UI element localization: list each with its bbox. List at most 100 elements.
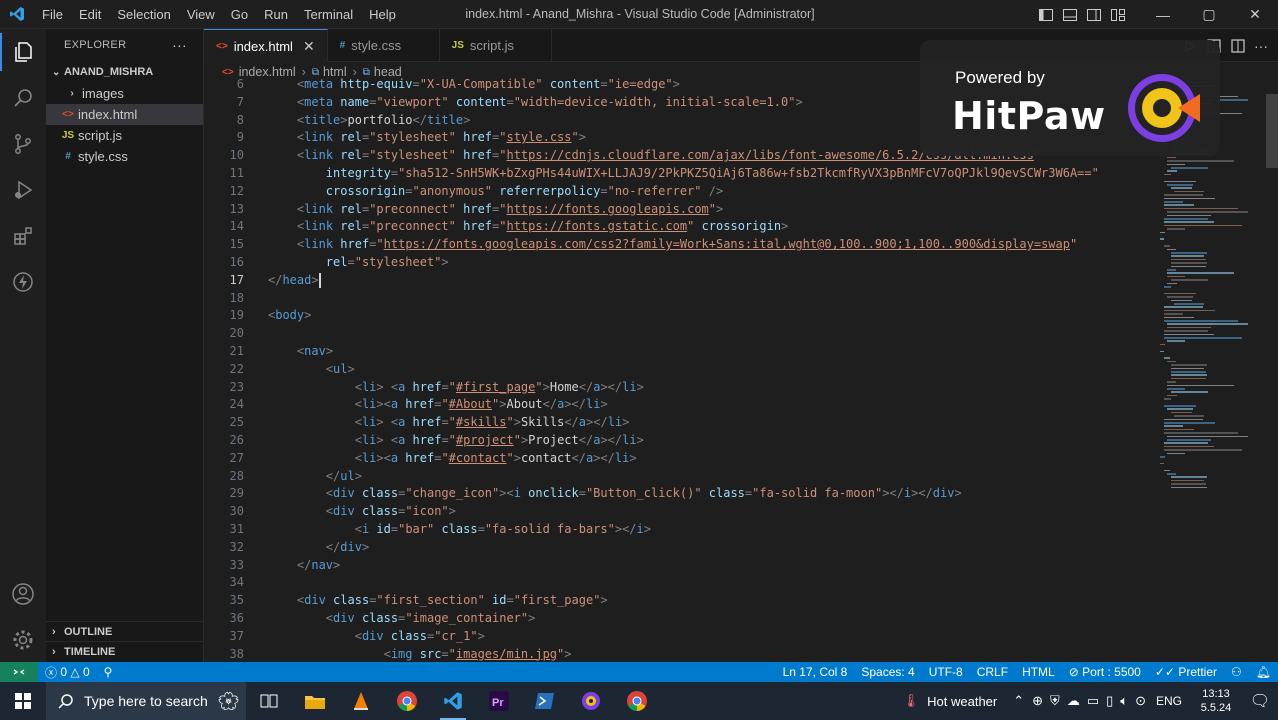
code-line[interactable]: 31 <i id="bar" class="fa-solid fa-bars">… [204, 521, 1264, 539]
language-mode[interactable]: HTML [1015, 662, 1062, 682]
run-debug-icon[interactable] [0, 167, 46, 213]
notifications-bell-icon[interactable]: 🔔︎ [1249, 662, 1278, 682]
explorer-more-actions-button[interactable]: ··· [172, 37, 187, 53]
hitpaw-taskbar-icon[interactable] [568, 682, 614, 720]
security-icon[interactable]: ⛨ [1050, 693, 1060, 709]
live-server-port[interactable]: ⊘ Port : 5500 [1062, 662, 1148, 682]
settings-gear-icon[interactable] [0, 617, 46, 663]
tab-close-icon[interactable]: ✕ [303, 38, 315, 55]
code-line[interactable]: 19 <body> [204, 307, 1264, 325]
file-explorer-icon[interactable] [292, 682, 338, 720]
file-tree-item[interactable]: # style.css [46, 146, 203, 167]
code-line[interactable]: 28 </ul> [204, 468, 1264, 486]
code-line[interactable]: 25 <li> <a href="#skills">Skills</a></li… [204, 414, 1264, 432]
feedback-icon[interactable]: ⚇ [1224, 662, 1249, 682]
ports-icon[interactable]: ⚲ [97, 662, 120, 682]
menu-selection[interactable]: Selection [109, 0, 178, 29]
file-tree-item[interactable]: <> index.html [46, 104, 203, 125]
code-line[interactable]: 36 <div class="image_container"> [204, 610, 1264, 628]
code-line[interactable]: 24 <li><a href="#About">About</a></li> [204, 396, 1264, 414]
toggle-sidebar-icon[interactable] [1034, 0, 1058, 29]
menu-help[interactable]: Help [361, 0, 404, 29]
toggle-secondary-sidebar-icon[interactable] [1082, 0, 1106, 29]
menu-run[interactable]: Run [256, 0, 296, 29]
device-icon[interactable]: ▭ [1087, 693, 1099, 709]
file-tree-item[interactable]: JS script.js [46, 125, 203, 146]
code-line[interactable]: 29 <div class="change_icon"><i onclick="… [204, 485, 1264, 503]
code-line[interactable]: 21 <nav> [204, 343, 1264, 361]
vscode-taskbar-icon[interactable] [430, 682, 476, 720]
code-line[interactable]: 17 </head> [204, 272, 1264, 290]
code-line[interactable]: 16 rel="stylesheet"> [204, 254, 1264, 272]
menu-view[interactable]: View [179, 0, 223, 29]
vscode-logo-icon[interactable] [0, 0, 34, 29]
thermometer-icon[interactable]: 🌡︎ [903, 693, 920, 709]
code-line[interactable]: 13 <link rel="preconnect" href="https://… [204, 201, 1264, 219]
live-server-icon[interactable] [0, 259, 46, 305]
end-of-line[interactable]: CRLF [970, 662, 1015, 682]
powershell-icon[interactable] [522, 682, 568, 720]
extensions-icon[interactable] [0, 213, 46, 259]
menu-go[interactable]: Go [223, 0, 256, 29]
menu-edit[interactable]: Edit [71, 0, 109, 29]
toggle-panel-icon[interactable] [1058, 0, 1082, 29]
task-view-icon[interactable] [246, 682, 292, 720]
language-indicator[interactable]: ENG [1156, 694, 1182, 708]
indentation[interactable]: Spaces: 4 [854, 662, 921, 682]
tab-index-html[interactable]: <> index.html ✕ [204, 29, 328, 62]
code-line[interactable]: 22 <ul> [204, 361, 1264, 379]
file-tree-item[interactable]: › images [46, 83, 203, 104]
windows-start-icon[interactable] [0, 682, 46, 720]
close-window-button[interactable]: ✕ [1232, 0, 1278, 29]
code-line[interactable]: 20 [204, 325, 1264, 343]
notification-center-icon[interactable]: 🗨︎ [1242, 691, 1278, 711]
prettier-status[interactable]: ✓✓ Prettier [1148, 662, 1224, 682]
code-line[interactable]: 37 <div class="cr_1"> [204, 628, 1264, 646]
code-line[interactable]: 11 integrity="sha512-SnH5WK+bZxgPHs44uWI… [204, 165, 1264, 183]
vlc-icon[interactable] [338, 682, 384, 720]
network-globe-icon[interactable]: ⊕ [1032, 693, 1043, 709]
code-line[interactable]: 14 <link rel="preconnect" href="https://… [204, 218, 1264, 236]
chevron-up-icon[interactable]: ⌃ [1013, 693, 1024, 709]
tab-script-js[interactable]: JS script.js [440, 29, 552, 62]
clock[interactable]: 13:13 5.5.24 [1190, 687, 1242, 715]
code-line[interactable]: 12 crossorigin="anonymous" referrerpolic… [204, 183, 1264, 201]
menu-terminal[interactable]: Terminal [296, 0, 361, 29]
code-editor[interactable]: 6 <meta http-equiv="X-UA-Compatible" con… [204, 76, 1264, 662]
explorer-icon[interactable] [0, 29, 46, 75]
accounts-icon[interactable] [0, 571, 46, 617]
timeline-section[interactable]: › TIMELINE [46, 641, 204, 662]
code-line[interactable]: 32 </div> [204, 539, 1264, 557]
minimize-button[interactable]: — [1140, 0, 1186, 29]
code-line[interactable]: 23 <li> <a href="#first_page">Home</a></… [204, 379, 1264, 397]
workspace-folder[interactable]: ⌄ ANAND_MISHRA [46, 61, 203, 83]
meet-icon[interactable]: ⊙ [1135, 693, 1146, 709]
chrome-icon[interactable] [384, 682, 430, 720]
vertical-scrollbar[interactable] [1266, 94, 1278, 168]
minimap[interactable] [1160, 82, 1264, 662]
search-icon[interactable] [0, 75, 46, 121]
taskbar-search[interactable]: Type here to search 🌸︎ [46, 682, 246, 720]
remote-indicator-icon[interactable] [0, 662, 38, 682]
speaker-icon[interactable]: 🔈︎ [1120, 693, 1128, 709]
chrome-profile-icon[interactable] [614, 682, 660, 720]
encoding[interactable]: UTF-8 [922, 662, 970, 682]
code-line[interactable]: 18 [204, 290, 1264, 308]
code-line[interactable]: 34 [204, 574, 1264, 592]
code-line[interactable]: 15 <link href="https://fonts.googleapis.… [204, 236, 1264, 254]
code-line[interactable]: 38 <img src="images/min.jpg"> [204, 646, 1264, 662]
tab-style-css[interactable]: # style.css [328, 29, 440, 62]
customize-layout-icon[interactable] [1106, 0, 1130, 29]
code-line[interactable]: 27 <li><a href="#contact">contact</a></l… [204, 450, 1264, 468]
code-line[interactable]: 30 <div class="icon"> [204, 503, 1264, 521]
weather-label[interactable]: Hot weather [927, 694, 997, 709]
source-control-icon[interactable] [0, 121, 46, 167]
split-editor-icon[interactable] [1230, 38, 1246, 54]
battery-icon[interactable]: ▯ [1106, 693, 1113, 709]
outline-section[interactable]: › OUTLINE [46, 621, 204, 642]
more-actions-icon[interactable]: ··· [1254, 38, 1268, 54]
premiere-pro-icon[interactable]: Pr [476, 682, 522, 720]
cloud-icon[interactable]: ☁︎ [1067, 693, 1080, 709]
problems-indicator[interactable]: ⓧ 0 △ 0 [38, 662, 97, 682]
code-line[interactable]: 26 <li> <a href="#project">Project</a></… [204, 432, 1264, 450]
